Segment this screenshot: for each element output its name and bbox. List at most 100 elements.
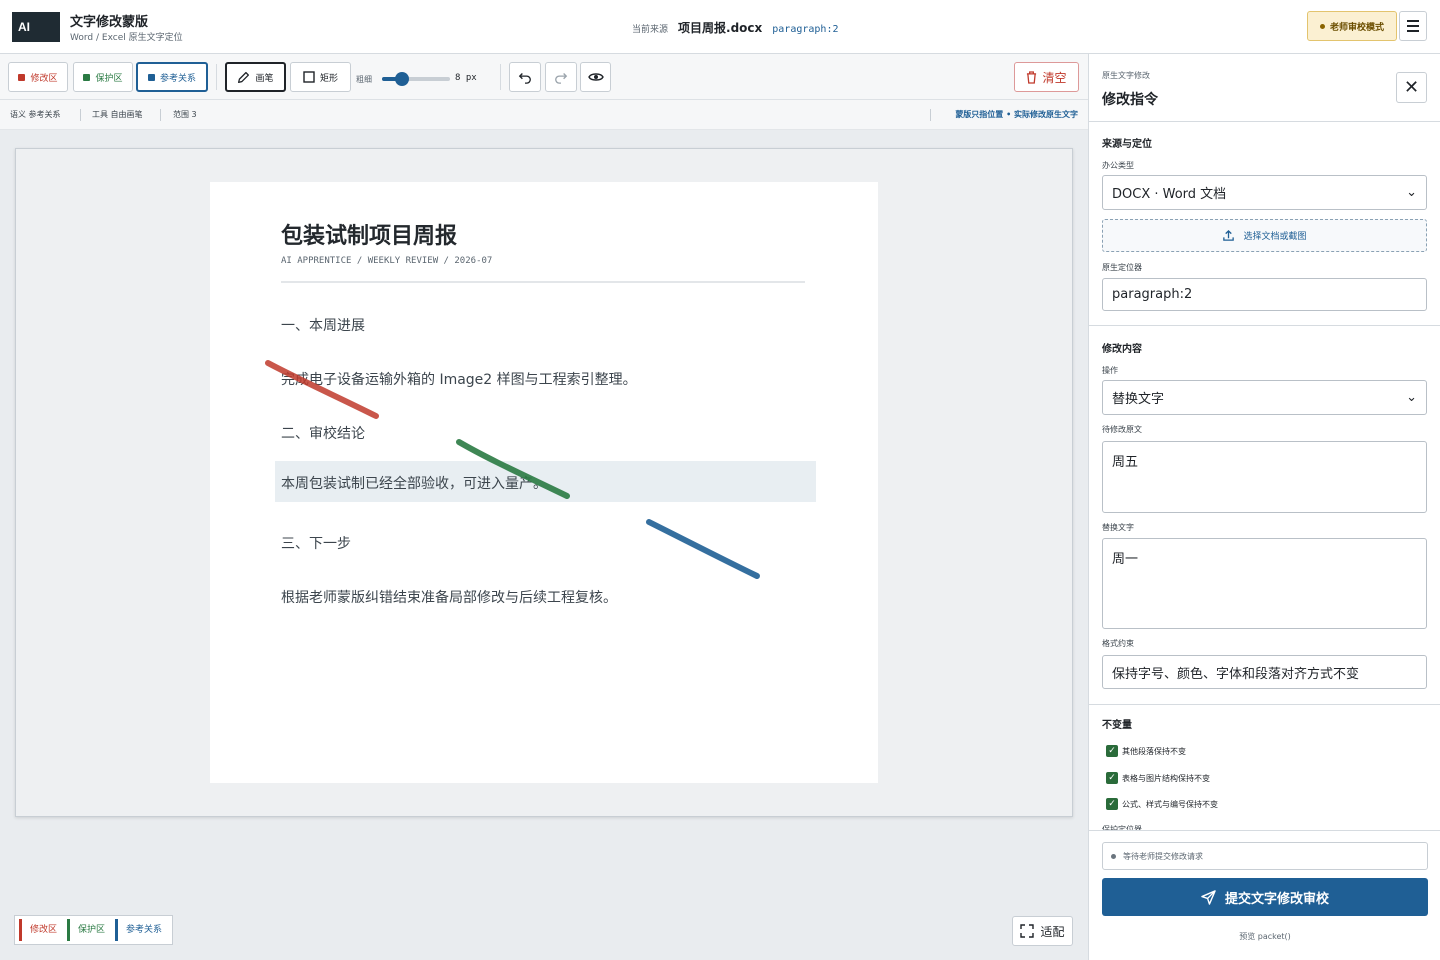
locator-label: 原生定位器 xyxy=(1102,263,1142,272)
invariants-section-title: 不变量 xyxy=(1102,720,1132,731)
trash-icon xyxy=(1027,70,1037,84)
send-icon xyxy=(1201,889,1216,905)
change-section-title: 修改内容 xyxy=(1102,344,1142,355)
office-type-label: 办公类型 xyxy=(1102,161,1134,170)
app-subtitle: Word / Excel 原生文字定位 xyxy=(70,33,183,43)
panel-footer: 等待老师提交修改请求 提交文字修改审校 预览 packet() xyxy=(1089,830,1440,960)
rect-tool-button[interactable]: 矩形 xyxy=(290,62,351,92)
checkmark-icon: ✓ xyxy=(1106,798,1118,810)
document-heading-1[interactable]: 一、本周进展 xyxy=(281,315,365,335)
pencil-icon xyxy=(238,71,250,83)
status-text: 等待老师提交修改请求 xyxy=(1123,851,1203,861)
close-button[interactable]: ✕ xyxy=(1396,72,1427,103)
chevron-down-icon: ⌄ xyxy=(1406,185,1417,200)
original-text-area[interactable]: 周五 xyxy=(1102,441,1427,513)
thickness-label: 粗细 xyxy=(356,75,372,84)
document-divider xyxy=(281,281,805,283)
divider xyxy=(216,64,217,90)
format-label: 格式约束 xyxy=(1102,639,1134,648)
fit-button[interactable]: 适配 xyxy=(1012,916,1073,946)
layer-protect-button[interactable]: 保护区 xyxy=(73,62,133,92)
undo-button[interactable] xyxy=(509,62,541,92)
thickness-value: 8 px xyxy=(455,73,477,83)
square-icon xyxy=(83,73,91,81)
panel-title: 修改指令 xyxy=(1102,92,1158,108)
source-section-title: 来源与定位 xyxy=(1102,139,1152,150)
status-row: 语义 参考关系 工具 自由画笔 范围 3 蒙版只指位置 • 实际修改原生文字 xyxy=(0,100,1088,130)
pen-tool-button[interactable]: 画笔 xyxy=(225,62,286,92)
invariant-checkbox[interactable]: ✓ 公式、样式与编号保持不变 xyxy=(1106,798,1218,810)
locator-input[interactable]: paragraph:2 xyxy=(1102,278,1427,311)
checkmark-icon: ✓ xyxy=(1106,772,1118,784)
layer-reference-label: 参考关系 xyxy=(159,73,196,84)
legend-reference: 参考关系 xyxy=(115,919,168,941)
document-meta: AI APPRENTICE / WEEKLY REVIEW / 2026-07 xyxy=(281,256,493,266)
replace-text-area[interactable]: 周一 xyxy=(1102,538,1427,629)
top-bar: AI 文字修改蒙版 Word / Excel 原生文字定位 当前来源 项目周报.… xyxy=(0,0,1440,54)
invariant-checkbox[interactable]: ✓ 表格与图片结构保持不变 xyxy=(1106,772,1210,784)
office-type-select[interactable]: DOCX · Word 文档 ⌄ xyxy=(1102,175,1427,210)
app-title: 文字修改蒙版 xyxy=(70,15,149,30)
source-label: 当前来源 xyxy=(632,25,669,35)
document-paragraph-1[interactable]: 完成电子设备运输外箱的 Image2 样图与工程索引整理。 xyxy=(281,369,637,389)
divider xyxy=(500,64,501,90)
pen-label: 画笔 xyxy=(255,73,274,84)
preview-toggle-button[interactable] xyxy=(580,62,611,92)
status-indicator: 等待老师提交修改请求 xyxy=(1102,842,1428,870)
slider-handle[interactable] xyxy=(395,72,410,86)
source-info: 当前来源 项目周报.docx paragraph:2 xyxy=(632,19,839,36)
thickness-slider[interactable] xyxy=(382,72,450,86)
square-icon xyxy=(18,73,26,81)
redo-icon xyxy=(555,73,568,84)
checkmark-icon: ✓ xyxy=(1106,745,1118,757)
rect-label: 矩形 xyxy=(319,73,338,84)
fit-label: 适配 xyxy=(1040,924,1065,939)
layer-reference-button[interactable]: 参考关系 xyxy=(136,62,208,92)
operation-label: 操作 xyxy=(1102,366,1118,375)
hamburger-icon xyxy=(1407,20,1419,22)
status-tool: 工具 自由画笔 xyxy=(92,110,143,119)
office-type-value: DOCX · Word 文档 xyxy=(1112,187,1227,202)
clear-label: 清空 xyxy=(1042,70,1067,85)
document-paragraph-3[interactable]: 根据老师蒙版纠错结束准备局部修改与后续工程复核。 xyxy=(281,587,617,607)
undo-icon xyxy=(518,73,531,84)
legend-protect: 保护区 xyxy=(67,919,111,941)
status-range: 范围 3 xyxy=(173,110,197,119)
chevron-down-icon: ⌄ xyxy=(1406,390,1417,405)
document-heading-3[interactable]: 三、下一步 xyxy=(281,533,351,553)
upload-label: 选择文档或截图 xyxy=(1243,232,1307,242)
eye-icon xyxy=(587,73,604,81)
invariant-checkbox[interactable]: ✓ 其他段落保持不变 xyxy=(1106,745,1186,757)
teacher-mode-button[interactable]: 老师审校模式 xyxy=(1307,11,1397,41)
close-icon: ✕ xyxy=(1403,77,1420,98)
upload-button[interactable]: 选择文档或截图 xyxy=(1102,219,1427,252)
preview-packet-link[interactable]: 预览 packet() xyxy=(1089,931,1440,942)
status-semantic: 语义 参考关系 xyxy=(10,110,61,119)
mode-dot-icon xyxy=(1319,23,1325,29)
edit-panel: 原生文字修改 修改指令 ✕ 来源与定位 办公类型 DOCX · Word 文档 … xyxy=(1088,54,1440,960)
invariant-label: 表格与图片结构保持不变 xyxy=(1122,773,1210,783)
format-input[interactable]: 保持字号、颜色、字体和段落对齐方式不变 xyxy=(1102,655,1427,689)
operation-select[interactable]: 替换文字 ⌄ xyxy=(1102,380,1427,415)
clear-button[interactable]: 清空 xyxy=(1014,62,1079,92)
submit-button[interactable]: 提交文字修改审校 xyxy=(1102,878,1428,916)
toolbar: 修改区 保护区 参考关系 画笔 矩形 粗细 8 px 清空 xyxy=(0,54,1088,100)
invariant-label: 公式、样式与编号保持不变 xyxy=(1122,799,1218,809)
document-title: 包装试制项目周报 xyxy=(281,224,458,249)
operation-value: 替换文字 xyxy=(1112,392,1165,407)
redo-button[interactable] xyxy=(545,62,577,92)
menu-button[interactable] xyxy=(1399,11,1427,41)
fullscreen-icon xyxy=(1020,924,1035,938)
replace-text-label: 替换文字 xyxy=(1102,523,1134,532)
status-dot-icon xyxy=(1111,853,1116,859)
source-file: 项目周报.docx xyxy=(678,21,763,35)
document-heading-2[interactable]: 二、审校结论 xyxy=(281,423,365,443)
original-text-label: 待修改原文 xyxy=(1102,425,1142,434)
document-paragraph-2[interactable]: 本周包装试制已经全部验收，可进入量产。 xyxy=(281,473,547,493)
app-logo: AI xyxy=(12,12,60,42)
layer-edit-button[interactable]: 修改区 xyxy=(8,62,68,92)
square-icon xyxy=(147,73,155,81)
rectangle-icon xyxy=(303,71,315,83)
panel-kicker: 原生文字修改 xyxy=(1102,71,1150,80)
submit-label: 提交文字修改审校 xyxy=(1224,891,1329,907)
